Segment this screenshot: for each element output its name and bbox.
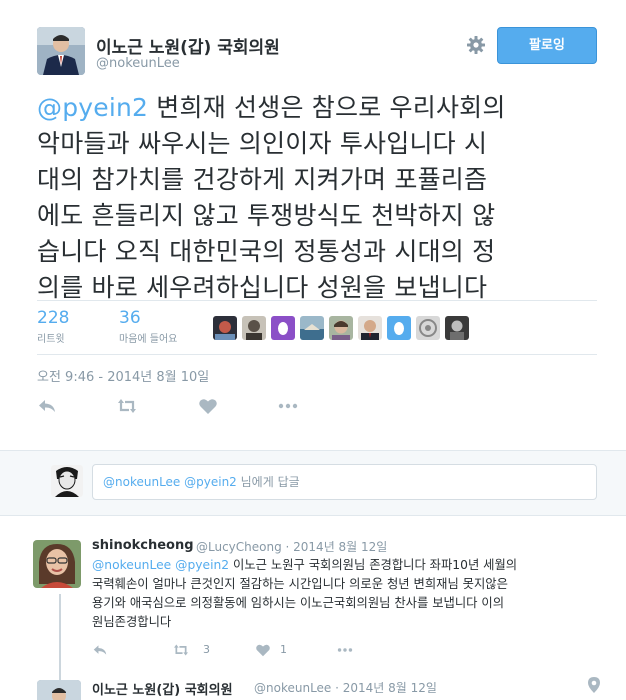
reply-text-mention-1[interactable]: @nokeunLee bbox=[92, 558, 171, 572]
next-author-avatar[interactable] bbox=[37, 680, 81, 700]
tweet-line-4: 에도 흔들리지 않고 투쟁방식도 천박하지 않 bbox=[37, 201, 496, 230]
more-icon[interactable] bbox=[337, 643, 353, 657]
reply-author-name[interactable]: shinokcheong bbox=[92, 538, 194, 553]
reply-text-mention-2[interactable]: @pyein2 bbox=[175, 558, 229, 572]
reply-mention-author: @nokeunLee bbox=[103, 475, 181, 489]
liker-avatar[interactable] bbox=[242, 316, 266, 340]
reply-composer: @nokeunLee @pyein2 님에게 답글 bbox=[0, 450, 626, 516]
reply-text: @nokeunLee @pyein2 이노근 노원구 국회의원님 존경합니다 좌… bbox=[92, 556, 597, 632]
retweet-icon[interactable] bbox=[117, 397, 137, 415]
gear-icon[interactable] bbox=[466, 35, 486, 55]
liker-avatar[interactable] bbox=[416, 316, 440, 340]
tweet-timestamp[interactable]: 오전 9:46 - 2014년 8월 10일 bbox=[37, 366, 209, 385]
liker-egg-avatar[interactable] bbox=[387, 316, 411, 340]
heart-icon[interactable] bbox=[198, 397, 218, 415]
reply-icon[interactable] bbox=[37, 397, 57, 415]
tweet-mention[interactable]: @pyein2 bbox=[37, 93, 148, 122]
retweet-label: 리트윗 bbox=[37, 334, 65, 345]
next-meta[interactable]: @nokeunLee · 2014년 8월 12일 bbox=[254, 679, 437, 696]
divider bbox=[37, 300, 597, 301]
more-icon[interactable] bbox=[278, 397, 298, 415]
tweet-line-3: 대의 참가치를 건강하게 지켜가며 포퓰리즘 bbox=[37, 165, 488, 194]
reply-author-avatar[interactable] bbox=[33, 540, 81, 588]
next-author-name[interactable]: 이노근 노원(갑) 국회의원 bbox=[92, 679, 233, 698]
reply-like-count: 1 bbox=[280, 643, 287, 656]
author-avatar[interactable] bbox=[37, 27, 85, 75]
current-user-avatar bbox=[51, 465, 83, 497]
tweet-line-6: 의를 바로 세우려하십니다 성원을 보냅니다 bbox=[37, 273, 488, 302]
reply-line-3: 용기와 애국심으로 의정활동에 임하시는 이노근국회의원님 찬사를 보냅니다 이… bbox=[92, 596, 505, 610]
tweet-line-2: 악마들과 싸우시는 의인이자 투사입니다 시 bbox=[37, 129, 488, 158]
liker-avatar[interactable] bbox=[300, 316, 324, 340]
reply-retweet-count: 3 bbox=[203, 643, 210, 656]
reply-line-1: 이노근 노원구 국회의원님 존경합니다 좌파10년 세월의 bbox=[229, 558, 518, 572]
liker-avatar[interactable] bbox=[358, 316, 382, 340]
tweet-line-5: 습니다 오직 대한민국의 정통성과 시대의 정 bbox=[37, 237, 496, 266]
tweet-line-1: 변희재 선생은 참으로 우리사회의 bbox=[148, 93, 506, 122]
reply-mention-user: @pyein2 bbox=[184, 475, 237, 489]
retweet-stat[interactable]: 228 리트윗 bbox=[37, 308, 69, 345]
retweet-count: 228 bbox=[37, 308, 70, 328]
like-label: 마음에 들어요 bbox=[119, 334, 178, 345]
tweet-text: @pyein2 변희재 선생은 참으로 우리사회의 악마들과 싸우시는 의인이자… bbox=[37, 90, 597, 306]
reply-input[interactable]: @nokeunLee @pyein2 님에게 답글 bbox=[92, 464, 597, 500]
divider bbox=[37, 354, 597, 355]
following-button[interactable]: 팔로잉 bbox=[497, 27, 597, 64]
reply-line-4: 원님존경합니다 bbox=[92, 615, 172, 629]
liker-egg-avatar[interactable] bbox=[271, 316, 295, 340]
heart-icon[interactable] bbox=[255, 643, 271, 657]
location-pin-icon[interactable] bbox=[587, 676, 601, 694]
author-handle[interactable]: @nokeunLee bbox=[96, 56, 180, 71]
author-name[interactable]: 이노근 노원(갑) 국회의원 bbox=[96, 33, 280, 58]
liker-avatar[interactable] bbox=[445, 316, 469, 340]
reply-icon[interactable] bbox=[92, 643, 108, 657]
author-photo bbox=[37, 27, 85, 75]
like-stat[interactable]: 36 마음에 들어요 bbox=[119, 308, 177, 345]
tweet-header: 이노근 노원(갑) 국회의원 @nokeunLee 팔로잉 bbox=[0, 0, 626, 90]
next-tweet[interactable]: 이노근 노원(갑) 국회의원 @nokeunLee · 2014년 8월 12일 bbox=[0, 676, 626, 700]
liker-avatar[interactable] bbox=[329, 316, 353, 340]
reply-placeholder-suffix: 님에게 답글 bbox=[236, 475, 300, 489]
like-count: 36 bbox=[119, 308, 141, 328]
reply-line-2: 국력훼손이 얼마나 큰것인지 절감하는 시간입니다 의로운 청년 변희재님 못지… bbox=[92, 577, 508, 591]
liker-avatars bbox=[213, 316, 474, 340]
liker-avatar[interactable] bbox=[213, 316, 237, 340]
reply-meta[interactable]: @LucyCheong · 2014년 8월 12일 bbox=[196, 538, 387, 555]
retweet-icon[interactable] bbox=[173, 643, 189, 657]
